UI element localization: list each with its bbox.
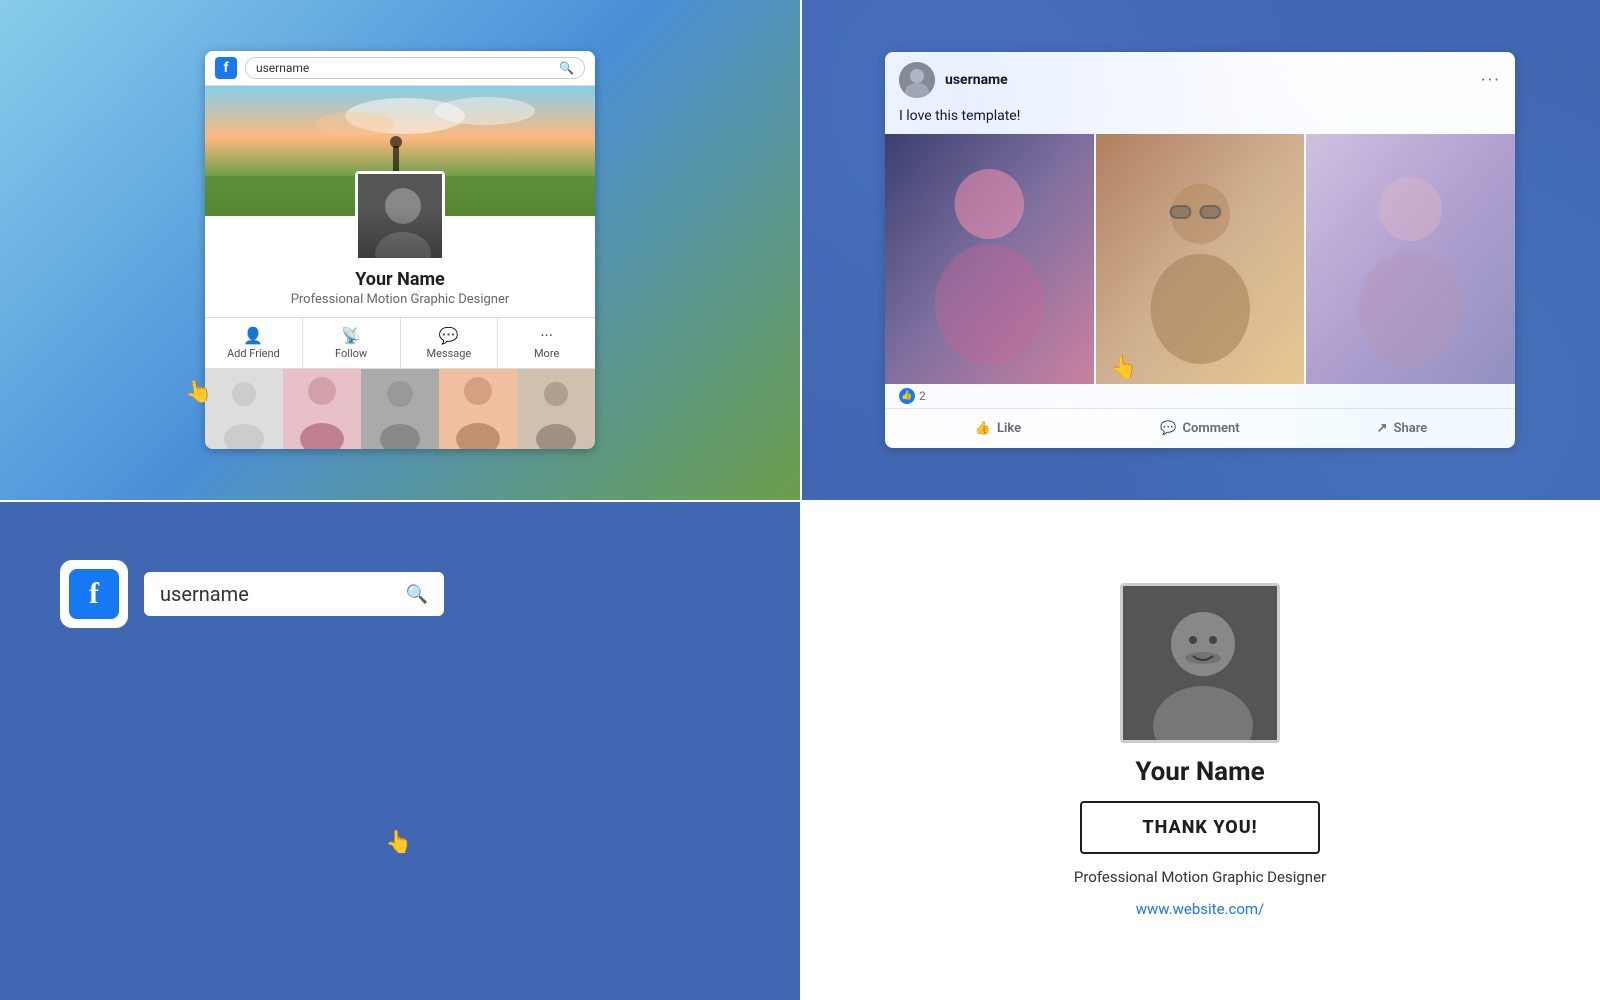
photo-strip-item-2[interactable] (283, 369, 361, 449)
fb-search-large[interactable]: username 🔍 (144, 572, 444, 616)
photo-strip (205, 369, 595, 449)
quadrant-feed: username ··· I love this template! (800, 0, 1600, 500)
search-icon-large: 🔍 (406, 584, 428, 605)
avatar-image (358, 174, 445, 261)
cursor-q3: 👆 (385, 830, 412, 855)
search-text-large: username (160, 582, 394, 606)
fb-search-bar: f username 🔍 (205, 51, 595, 86)
quadrant-search: f username 🔍 👆 (0, 500, 800, 1000)
post-images (885, 134, 1515, 384)
search-container: f username 🔍 (60, 560, 444, 628)
more-icon: ··· (540, 326, 553, 345)
thankyou-button[interactable]: THANK YOU! (1080, 801, 1319, 854)
message-icon: 💬 (439, 326, 459, 345)
follow-icon: 📡 (341, 326, 361, 345)
quadrant-profile: f username 🔍 (0, 0, 800, 500)
more-button[interactable]: ··· More (498, 318, 595, 368)
add-friend-icon: 👤 (243, 326, 263, 345)
fb-logo-small: f (215, 57, 237, 79)
post-image-1[interactable] (885, 134, 1094, 384)
fb-logo-large: f (60, 560, 128, 628)
follow-label: Follow (335, 347, 367, 360)
fb-profile-card: f username 🔍 (205, 51, 595, 449)
thankyou-profession: Professional Motion Graphic Designer (1074, 868, 1326, 886)
photo-strip-item-5[interactable] (517, 369, 595, 449)
vertical-divider (800, 0, 802, 1000)
fb-search-input-small[interactable]: username 🔍 (245, 57, 585, 79)
add-friend-button[interactable]: 👤 Add Friend (205, 318, 303, 368)
cursor-q1: 👆 (183, 378, 214, 407)
profile-name: Your Name (205, 269, 595, 290)
profile-actions: 👤 Add Friend 📡 Follow 💬 Message ··· More (205, 317, 595, 369)
post-image-2[interactable] (1096, 134, 1305, 384)
fb-logo-large-inner: f (69, 569, 119, 619)
photo-strip-item-1[interactable] (205, 369, 283, 449)
more-label: More (534, 347, 559, 360)
thankyou-avatar (1120, 583, 1280, 743)
follow-button[interactable]: 📡 Follow (303, 318, 401, 368)
search-icon-small: 🔍 (559, 61, 574, 75)
profile-title: Professional Motion Graphic Designer (205, 292, 595, 307)
message-label: Message (426, 347, 471, 360)
search-text-small: username (256, 61, 309, 75)
add-friend-label: Add Friend (227, 347, 280, 360)
photo-strip-item-3[interactable] (361, 369, 439, 449)
thankyou-website[interactable]: www.website.com/ (1136, 900, 1264, 918)
profile-avatar (355, 171, 445, 261)
profile-avatar-section (205, 171, 595, 261)
thankyou-name: Your Name (1135, 757, 1264, 787)
photo-strip-item-4[interactable] (439, 369, 517, 449)
cursor-q2: 👆 (1110, 355, 1137, 380)
thankyou-card: Your Name THANK YOU! Professional Motion… (1034, 543, 1366, 958)
quadrant-thankyou: Your Name THANK YOU! Professional Motion… (800, 500, 1600, 1000)
message-button[interactable]: 💬 Message (401, 318, 499, 368)
post-image-3[interactable] (1306, 134, 1515, 384)
